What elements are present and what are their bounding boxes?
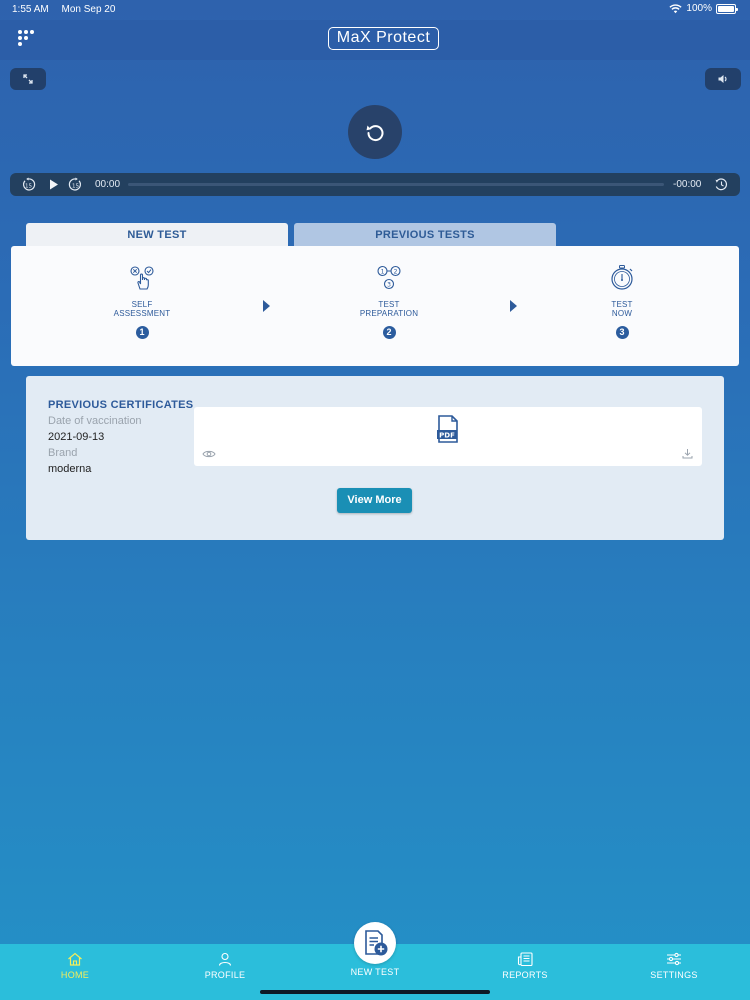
previous-certificates-card: PREVIOUS CERTIFICATES Date of vaccinatio…	[26, 376, 724, 540]
tab-new-test[interactable]: NEW TEST	[26, 223, 288, 246]
status-time: 1:55 AM	[12, 4, 49, 15]
status-bar: 1:55 AM Mon Sep 20 100%	[0, 0, 750, 20]
tab-previous-tests[interactable]: PREVIOUS TESTS	[294, 223, 556, 246]
step-1-line2: ASSESSMENT	[113, 309, 171, 318]
step-arrow-1	[263, 300, 270, 312]
menu-icon[interactable]	[18, 30, 34, 46]
expand-icon	[23, 74, 33, 84]
step-3-number: 3	[615, 326, 629, 339]
nav-settings[interactable]: SETTINGS	[629, 952, 719, 980]
brand-value: moderna	[48, 463, 92, 475]
download-icon[interactable]	[682, 448, 693, 459]
nav-reports[interactable]: REPORTS	[480, 952, 570, 980]
battery-percent: 100%	[686, 3, 712, 14]
step-2-line1: TEST	[378, 300, 400, 309]
home-indicator	[260, 990, 490, 994]
step-2-line2: PREPARATION	[359, 309, 419, 318]
app-header: MaX Protect	[0, 20, 750, 60]
step-1-line1: SELF	[131, 300, 153, 309]
svg-text:15: 15	[72, 183, 79, 189]
battery-icon	[716, 3, 738, 14]
vaccination-date-label: Date of vaccination	[48, 415, 142, 427]
certificates-title: PREVIOUS CERTIFICATES	[48, 399, 194, 411]
step-test-preparation[interactable]: 1 2 3 TEST PREPARATION 2	[334, 264, 444, 339]
home-icon	[68, 952, 82, 966]
step-1-number: 1	[135, 326, 149, 339]
progress-track[interactable]	[128, 183, 664, 186]
brand-label: Brand	[48, 447, 78, 459]
audio-player: 15 15 00:00 -00:00	[10, 173, 740, 196]
svg-text:2: 2	[394, 268, 398, 275]
new-test-icon	[365, 930, 388, 956]
vaccination-date-value: 2021-09-13	[48, 431, 105, 443]
svg-text:1: 1	[381, 268, 385, 275]
eye-icon[interactable]	[202, 449, 216, 459]
certificate-file[interactable]: PDF	[194, 407, 702, 466]
nav-new-test-label: NEW TEST	[350, 967, 400, 977]
status-date: Mon Sep 20	[61, 4, 116, 15]
remaining-time: -00:00	[673, 179, 702, 190]
numbered-steps-icon: 1 2 3	[377, 265, 401, 290]
step-arrow-2	[510, 300, 517, 312]
svg-text:3: 3	[387, 281, 391, 288]
sound-button[interactable]	[705, 68, 741, 90]
skip-forward-icon[interactable]: 15	[68, 177, 83, 192]
nav-profile-label: PROFILE	[204, 970, 246, 980]
app-title: MaX Protect	[328, 27, 439, 50]
user-icon	[218, 952, 232, 966]
nav-reports-label: REPORTS	[502, 970, 548, 980]
step-2-number: 2	[382, 326, 396, 339]
step-self-assessment[interactable]: SELF ASSESSMENT 1	[87, 264, 197, 339]
hand-touch-icon	[130, 266, 154, 290]
step-test-now[interactable]: TEST NOW 3	[567, 264, 677, 339]
skip-back-icon[interactable]: 15	[21, 177, 36, 192]
view-more-button[interactable]: View More	[337, 488, 412, 513]
nav-settings-label: SETTINGS	[650, 970, 698, 980]
stopwatch-icon	[611, 265, 633, 290]
play-icon[interactable]	[46, 177, 61, 192]
replay-icon	[366, 125, 384, 142]
test-steps-card: SELF ASSESSMENT 1 1 2 3 TEST PREPARATION 2…	[11, 246, 739, 366]
playback-speed-icon[interactable]	[714, 177, 729, 192]
nav-profile[interactable]: PROFILE	[180, 952, 270, 980]
svg-text:PDF: PDF	[439, 431, 455, 439]
nav-home-label: HOME	[60, 970, 90, 980]
elapsed-time: 00:00	[95, 179, 121, 190]
reports-icon	[517, 952, 533, 966]
svg-text:15: 15	[25, 183, 32, 189]
step-3-line2: NOW	[611, 309, 633, 318]
replay-button[interactable]	[348, 105, 402, 159]
sliders-icon	[667, 952, 681, 966]
step-3-line1: TEST	[611, 300, 633, 309]
nav-home[interactable]: HOME	[30, 952, 120, 980]
new-test-fab[interactable]	[354, 922, 396, 964]
wifi-icon	[669, 3, 683, 13]
speaker-icon	[718, 75, 727, 83]
fullscreen-button[interactable]	[10, 68, 46, 90]
pdf-file-icon: PDF	[437, 415, 458, 443]
